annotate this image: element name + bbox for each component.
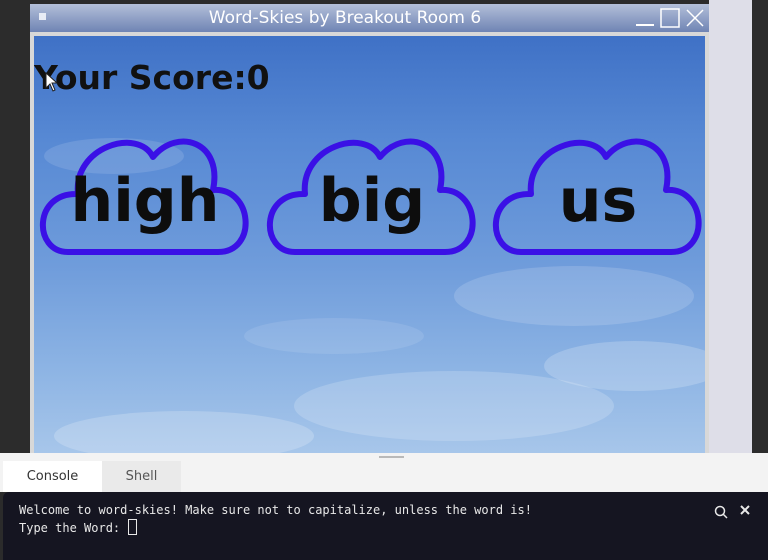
minimize-button[interactable] bbox=[634, 7, 656, 29]
maximize-button[interactable] bbox=[659, 7, 681, 29]
mouse-cursor-icon bbox=[45, 72, 59, 92]
search-icon bbox=[714, 505, 728, 519]
score-label: Your Score:0 bbox=[34, 58, 270, 97]
game-window: Word-Skies by Breakout Room 6 Your Score… bbox=[30, 4, 709, 453]
word-cloud: high bbox=[38, 132, 252, 256]
console-line: Welcome to word-skies! Make sure not to … bbox=[19, 503, 532, 517]
cloud-word: us bbox=[558, 166, 638, 236]
word-cloud: us bbox=[491, 132, 705, 256]
close-window-button[interactable] bbox=[684, 7, 706, 29]
game-canvas[interactable]: Your Score:0 high big us bbox=[34, 36, 705, 453]
right-panel bbox=[709, 0, 752, 453]
tab-shell[interactable]: Shell bbox=[102, 461, 181, 492]
cloud-word: high bbox=[70, 166, 220, 236]
cloud-word: big bbox=[318, 166, 426, 236]
console-tabbar: Console Shell bbox=[0, 461, 768, 492]
tab-console[interactable]: Console bbox=[3, 461, 102, 492]
resize-grip[interactable] bbox=[379, 456, 404, 458]
text-cursor bbox=[128, 519, 138, 535]
window-titlebar[interactable]: Word-Skies by Breakout Room 6 bbox=[30, 4, 709, 32]
close-icon bbox=[686, 9, 704, 27]
console-output[interactable]: Welcome to word-skies! Make sure not to … bbox=[3, 492, 768, 560]
console-input-line[interactable]: Type the Word: bbox=[19, 519, 138, 535]
right-edge bbox=[752, 0, 768, 453]
window-title: Word-Skies by Breakout Room 6 bbox=[208, 8, 482, 28]
maximize-icon bbox=[660, 8, 680, 28]
word-cloud: big bbox=[265, 132, 479, 256]
close-console-button[interactable] bbox=[738, 503, 752, 517]
left-gutter bbox=[0, 0, 30, 453]
console-prompt: Type the Word: bbox=[19, 521, 128, 535]
search-button[interactable] bbox=[714, 504, 728, 519]
close-icon bbox=[740, 505, 750, 515]
minimize-icon bbox=[636, 24, 654, 26]
